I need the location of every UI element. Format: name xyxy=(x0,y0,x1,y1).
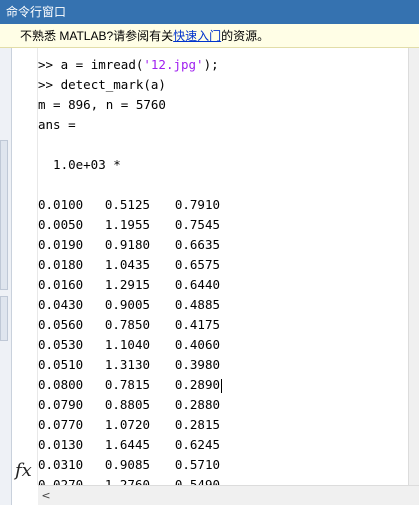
matrix-cell: 0.0180 xyxy=(38,257,84,272)
matrix-row: 0.0510 1.3130 0.3980 xyxy=(38,355,408,375)
panel-scroll-segment[interactable] xyxy=(0,296,8,341)
matrix-row: 0.0430 0.9005 0.4885 xyxy=(38,295,408,315)
matrix-cell: 0.4885 xyxy=(174,297,220,312)
matrix-cell: 0.0800 xyxy=(38,377,84,392)
matrix-cell: 0.3980 xyxy=(174,357,220,372)
matrix-cell: 0.0530 xyxy=(38,337,84,352)
matrix-row: 0.0270 1.2760 0.5490 xyxy=(38,475,408,485)
string-literal: '12.jpg' xyxy=(143,57,204,72)
command-window-output[interactable]: >> a = imread('12.jpg'); >> detect_mark(… xyxy=(38,55,408,485)
matrix-cell: 0.0560 xyxy=(38,317,84,332)
matrix-cell: 1.3130 xyxy=(104,357,150,372)
output-dimensions: m = 896, n = 5760 xyxy=(38,97,166,112)
matrix-cell: 1.2915 xyxy=(104,277,150,292)
command-text: a = imread( xyxy=(53,57,144,72)
matrix-cell: 0.0270 xyxy=(38,477,84,485)
matrix-cell: 0.2815 xyxy=(174,417,220,432)
console-gutter xyxy=(12,48,38,485)
command-text: detect_mark(a) xyxy=(53,77,166,92)
fx-function-icon[interactable]: fx xyxy=(15,460,32,481)
notice-prefix: 不熟悉 MATLAB?请参阅有关 xyxy=(20,29,174,43)
output-matrix: 0.0100 0.5125 0.7910 0.0050 1.1955 0.7545 0.01… xyxy=(38,195,408,485)
matrix-cell: 0.0770 xyxy=(38,417,84,432)
matrix-row: 0.0130 1.6445 0.6245 xyxy=(38,435,408,455)
output-scale: 1.0e+03 * xyxy=(38,157,121,172)
panel-scroll-segment[interactable] xyxy=(0,140,8,290)
matrix-row: 0.0770 1.0720 0.2815 xyxy=(38,415,408,435)
scroll-left-arrow-icon[interactable]: < xyxy=(38,486,54,505)
matrix-cell: 0.7545 xyxy=(174,217,220,232)
matrix-cell: 0.0130 xyxy=(38,437,84,452)
matrix-row: 0.0790 0.8805 0.2880 xyxy=(38,395,408,415)
matrix-row: 0.0530 1.1040 0.4060 xyxy=(38,335,408,355)
output-ans: ans = xyxy=(38,117,76,132)
matrix-cell: 0.2880 xyxy=(174,397,220,412)
getting-started-notice: 不熟悉 MATLAB?请参阅有关快速入门的资源。 xyxy=(0,24,419,48)
matrix-cell: 0.0050 xyxy=(38,217,84,232)
matrix-cell: 1.2760 xyxy=(104,477,150,485)
matrix-cell: 1.1955 xyxy=(104,217,150,232)
command-line-2: >> detect_mark(a) xyxy=(38,75,408,95)
matrix-cell: 0.6635 xyxy=(174,237,220,252)
left-panel-strip xyxy=(0,48,12,505)
matrix-row: 0.0050 1.1955 0.7545 xyxy=(38,215,408,235)
matrix-cell: 0.0790 xyxy=(38,397,84,412)
matrix-cell: 0.0190 xyxy=(38,237,84,252)
matrix-row: 0.0160 1.2915 0.6440 xyxy=(38,275,408,295)
quick-start-link[interactable]: 快速入门 xyxy=(173,29,221,43)
matrix-row: 0.0190 0.9180 0.6635 xyxy=(38,235,408,255)
matrix-cell: 0.6575 xyxy=(174,257,220,272)
window-title: 命令行窗口 xyxy=(6,5,67,19)
matrix-cell: 0.9085 xyxy=(104,457,150,472)
matrix-cell: 1.0720 xyxy=(104,417,150,432)
command-line-1: >> a = imread('12.jpg'); xyxy=(38,55,408,75)
matrix-row: 0.0560 0.7850 0.4175 xyxy=(38,315,408,335)
matrix-cell: 0.9180 xyxy=(104,237,150,252)
matrix-row: 0.0100 0.5125 0.7910 xyxy=(38,195,408,215)
text-cursor xyxy=(221,378,222,393)
matrix-cell: 1.6445 xyxy=(104,437,150,452)
matrix-cell: 0.6245 xyxy=(174,437,220,452)
command-text: ); xyxy=(203,57,219,72)
matrix-cell: 0.0510 xyxy=(38,357,84,372)
matrix-cell: 0.6440 xyxy=(174,277,220,292)
window-title-bar: 命令行窗口 xyxy=(0,0,419,24)
matrix-cell: 0.0430 xyxy=(38,297,84,312)
matrix-row: 0.0800 0.7815 0.2890 xyxy=(38,375,408,395)
matrix-cell: 0.0310 xyxy=(38,457,84,472)
matrix-cell: 0.7850 xyxy=(104,317,150,332)
matrix-cell: 0.7815 xyxy=(104,377,150,392)
matrix-cell: 0.7910 xyxy=(174,197,220,212)
matrix-cell: 1.1040 xyxy=(104,337,150,352)
matrix-row: 0.0310 0.9085 0.5710 xyxy=(38,455,408,475)
prompt: >> xyxy=(38,57,54,72)
matrix-cell: 0.2890 xyxy=(174,377,220,392)
matrix-cell: 0.8805 xyxy=(104,397,150,412)
matrix-cell: 0.9005 xyxy=(104,297,150,312)
notice-suffix: 的资源。 xyxy=(221,29,270,43)
matrix-cell: 0.5710 xyxy=(174,457,220,472)
matrix-cell: 0.5490 xyxy=(174,477,220,485)
vertical-scrollbar[interactable] xyxy=(408,48,419,485)
matrix-cell: 0.4060 xyxy=(174,337,220,352)
matrix-cell: 0.4175 xyxy=(174,317,220,332)
matrix-cell: 1.0435 xyxy=(104,257,150,272)
matrix-cell: 0.0160 xyxy=(38,277,84,292)
prompt: >> xyxy=(38,77,54,92)
horizontal-scrollbar[interactable]: < xyxy=(38,485,419,505)
matrix-cell: 0.5125 xyxy=(104,197,150,212)
matrix-row: 0.0180 1.0435 0.6575 xyxy=(38,255,408,275)
matrix-cell: 0.0100 xyxy=(38,197,84,212)
